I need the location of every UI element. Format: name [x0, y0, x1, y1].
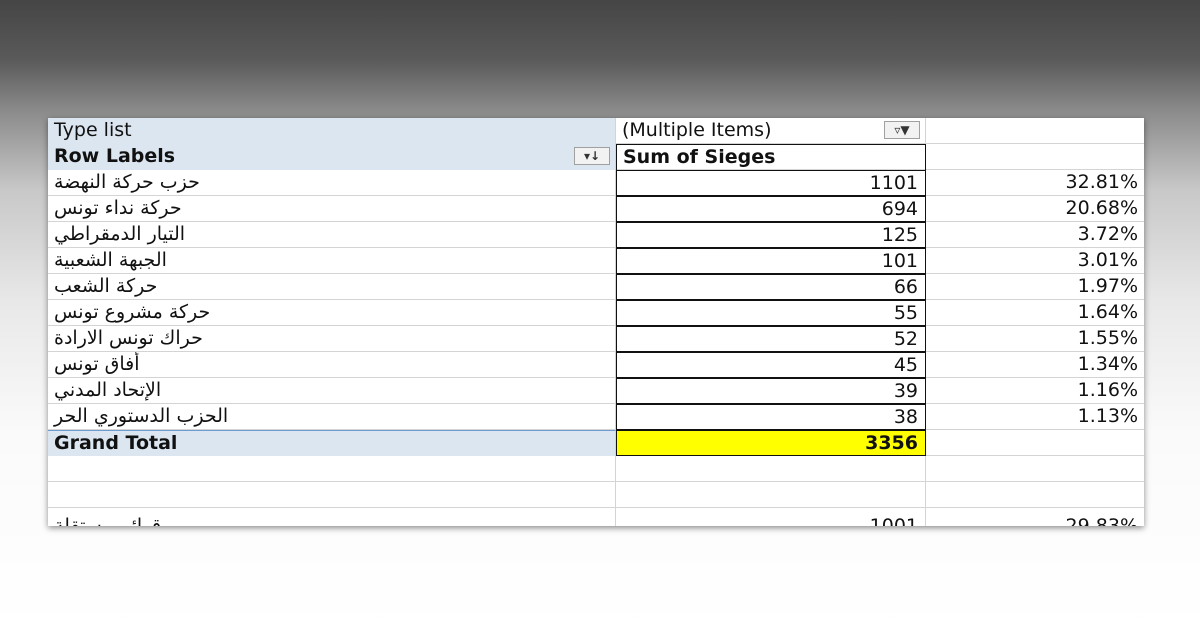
party-name-cell[interactable]: الجبهة الشعبية: [48, 248, 616, 274]
table-row: أفاق تونس 45 1.34%: [48, 352, 1144, 378]
independent-lists-label[interactable]: قوائم مستقلة: [48, 508, 616, 526]
independent-lists-percent[interactable]: 29.83%: [926, 508, 1144, 526]
empty-row: [48, 456, 1144, 482]
party-name-cell[interactable]: الحزب الدستوري الحر: [48, 404, 616, 430]
percent-cell[interactable]: 1.97%: [926, 274, 1144, 300]
filter-value-cell[interactable]: (Multiple Items) ▿▼: [616, 118, 926, 144]
filter-funnel-icon[interactable]: ▿▼: [884, 121, 920, 139]
header-row: Row Labels ▾↓ Sum of Sieges: [48, 144, 1144, 170]
seats-value-cell[interactable]: 66: [616, 274, 926, 300]
seats-value-cell[interactable]: 125: [616, 222, 926, 248]
party-name-cell[interactable]: حركة الشعب: [48, 274, 616, 300]
percent-cell[interactable]: 20.68%: [926, 196, 1144, 222]
empty-row: [48, 482, 1144, 508]
percent-cell[interactable]: 1.34%: [926, 352, 1144, 378]
table-row: حركة نداء تونس 694 20.68%: [48, 196, 1144, 222]
sum-of-sieges-header: Sum of Sieges: [623, 146, 776, 168]
filter-label: Type list: [54, 119, 132, 141]
empty-cell[interactable]: [48, 482, 616, 508]
table-row: الجبهة الشعبية 101 3.01%: [48, 248, 1144, 274]
percent-cell[interactable]: 3.01%: [926, 248, 1144, 274]
independent-lists-row: قوائم مستقلة 1001 29.83%: [48, 508, 1144, 526]
table-row: الإتحاد المدني 39 1.16%: [48, 378, 1144, 404]
table-row: الحزب الدستوري الحر 38 1.13%: [48, 404, 1144, 430]
table-row: حركة الشعب 66 1.97%: [48, 274, 1144, 300]
seats-value-cell[interactable]: 55: [616, 300, 926, 326]
empty-cell[interactable]: [926, 430, 1144, 456]
grand-total-value[interactable]: 3356: [616, 430, 926, 456]
percent-cell[interactable]: 1.13%: [926, 404, 1144, 430]
empty-cell[interactable]: [926, 456, 1144, 482]
percent-cell[interactable]: 1.64%: [926, 300, 1144, 326]
pivot-table-sheet: Type list (Multiple Items) ▿▼ Row Labels…: [48, 118, 1144, 526]
table-row: حراك تونس الارادة 52 1.55%: [48, 326, 1144, 352]
seats-value-cell[interactable]: 45: [616, 352, 926, 378]
empty-cell[interactable]: [926, 144, 1144, 170]
party-name-cell[interactable]: حراك تونس الارادة: [48, 326, 616, 352]
party-name-cell[interactable]: حركة نداء تونس: [48, 196, 616, 222]
grand-total-label[interactable]: Grand Total: [48, 430, 616, 456]
independent-lists-value[interactable]: 1001: [616, 508, 926, 526]
percent-cell[interactable]: 3.72%: [926, 222, 1144, 248]
table-row: حركة مشروع تونس 55 1.64%: [48, 300, 1144, 326]
percent-cell[interactable]: 32.81%: [926, 170, 1144, 196]
empty-cell[interactable]: [616, 482, 926, 508]
party-name-cell[interactable]: حركة مشروع تونس: [48, 300, 616, 326]
percent-cell[interactable]: 1.16%: [926, 378, 1144, 404]
party-name-cell[interactable]: الإتحاد المدني: [48, 378, 616, 404]
seats-value-cell[interactable]: 38: [616, 404, 926, 430]
grand-total-row: Grand Total 3356: [48, 430, 1144, 456]
empty-cell[interactable]: [926, 118, 1144, 144]
seats-value-cell[interactable]: 52: [616, 326, 926, 352]
row-labels-header: Row Labels: [54, 145, 176, 167]
filter-label-cell[interactable]: Type list: [48, 118, 616, 144]
seats-value-cell[interactable]: 39: [616, 378, 926, 404]
seats-value-cell[interactable]: 101: [616, 248, 926, 274]
table-row: حزب حركة النهضة 1101 32.81%: [48, 170, 1144, 196]
seats-value-cell[interactable]: 694: [616, 196, 926, 222]
sum-of-sieges-header-cell[interactable]: Sum of Sieges: [616, 144, 926, 170]
filter-row: Type list (Multiple Items) ▿▼: [48, 118, 1144, 144]
row-labels-header-cell[interactable]: Row Labels ▾↓: [48, 144, 616, 170]
empty-cell[interactable]: [926, 482, 1144, 508]
empty-cell[interactable]: [48, 456, 616, 482]
sort-arrow-icon[interactable]: ▾↓: [574, 147, 610, 165]
party-name-cell[interactable]: التيار الدمقراطي: [48, 222, 616, 248]
table-row: التيار الدمقراطي 125 3.72%: [48, 222, 1144, 248]
empty-cell[interactable]: [616, 456, 926, 482]
seats-value-cell[interactable]: 1101: [616, 170, 926, 196]
percent-cell[interactable]: 1.55%: [926, 326, 1144, 352]
party-name-cell[interactable]: أفاق تونس: [48, 352, 616, 378]
party-name-cell[interactable]: حزب حركة النهضة: [48, 170, 616, 196]
filter-value: (Multiple Items): [622, 119, 772, 141]
